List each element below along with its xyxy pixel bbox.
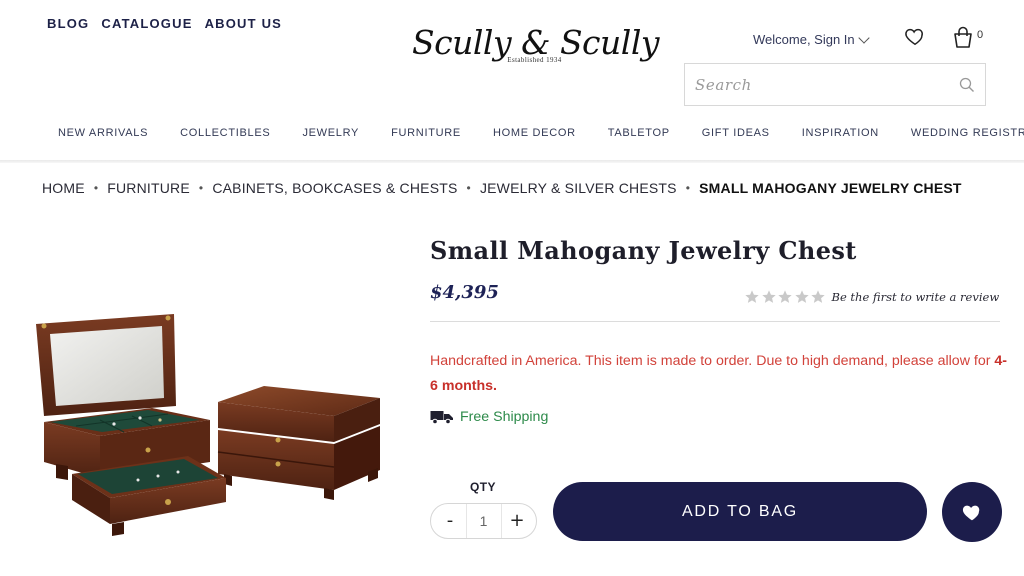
add-to-wishlist-button[interactable] — [942, 482, 1002, 542]
shopping-bag-icon[interactable] — [953, 26, 973, 48]
breadcrumb-separator: • — [198, 181, 204, 195]
breadcrumb-separator: • — [466, 181, 471, 195]
notice-text: Handcrafted in America. This item is mad… — [430, 353, 991, 369]
nav-jewelry[interactable]: JEWELRY — [302, 127, 359, 139]
nav-furniture[interactable]: FURNITURE — [391, 127, 461, 139]
star-empty-icon — [811, 290, 825, 303]
quantity-stepper: - + — [430, 503, 537, 539]
nav-wedding-registry[interactable]: WEDDING REGISTRY — [911, 127, 1024, 139]
made-to-order-notice: Handcrafted in America. This item is mad… — [430, 349, 1010, 399]
star-empty-icon — [794, 290, 809, 303]
nav-collectibles[interactable]: COLLECTIBLES — [180, 127, 270, 139]
qty-increase-button[interactable]: + — [508, 512, 526, 530]
top-links: BLOG CATALOGUE ABOUT US — [47, 16, 282, 31]
breadcrumb-cabinets[interactable]: CABINETS, BOOKCASES & CHESTS — [212, 180, 457, 196]
nav-home-decor[interactable]: HOME DECOR — [493, 127, 576, 139]
product-image[interactable] — [28, 302, 388, 538]
rating: Be the first to write a review — [744, 289, 999, 305]
breadcrumb-separator: • — [685, 181, 691, 195]
shipping-info: Free Shipping — [430, 409, 548, 425]
product-title: Small Mahogany Jewelry Chest — [430, 236, 857, 265]
nav-tabletop[interactable]: TABLETOP — [608, 127, 670, 139]
star-empty-icon — [745, 290, 759, 303]
main-nav: NEW ARRIVALS COLLECTIBLES JEWELRY FURNIT… — [0, 127, 1024, 139]
breadcrumb-home[interactable]: HOME — [42, 180, 85, 196]
search-input[interactable] — [695, 75, 959, 94]
breadcrumb-current: SMALL MAHOGANY JEWELRY CHEST — [699, 180, 962, 196]
heart-filled-icon — [962, 505, 980, 521]
nav-inspiration[interactable]: INSPIRATION — [802, 127, 879, 139]
account-menu[interactable]: Welcome, Sign In — [753, 31, 870, 47]
about-us-link[interactable]: ABOUT US — [205, 16, 283, 31]
truck-icon — [430, 411, 453, 425]
header-divider — [0, 160, 1024, 163]
shipping-label: Free Shipping — [460, 409, 549, 425]
star-empty-icon — [778, 290, 792, 303]
heart-outline-icon[interactable] — [904, 25, 926, 47]
add-to-bag-button[interactable]: ADD TO BAG — [553, 482, 927, 541]
product-price: $4,395 — [430, 282, 499, 303]
qty-input[interactable] — [465, 504, 502, 538]
cart-count: 0 — [977, 29, 984, 41]
price-divider — [430, 321, 1000, 322]
breadcrumb-jewelry-chests[interactable]: JEWELRY & SILVER CHESTS — [480, 180, 677, 196]
chevron-down-icon — [857, 31, 870, 44]
nav-new-arrivals[interactable]: NEW ARRIVALS — [58, 127, 148, 139]
blog-link[interactable]: BLOG — [47, 16, 89, 31]
nav-gift-ideas[interactable]: GIFT IDEAS — [702, 127, 770, 139]
breadcrumb-separator: • — [93, 181, 99, 195]
write-review-link[interactable]: Be the first to write a review — [832, 290, 1000, 304]
breadcrumb: HOME • FURNITURE • CABINETS, BOOKCASES &… — [42, 180, 962, 196]
star-empty-icon — [761, 290, 776, 303]
site-logo[interactable]: Scully & Scully Established 1934 — [412, 20, 660, 78]
welcome-sign-in[interactable]: Welcome, Sign In — [753, 32, 855, 47]
qty-label: QTY — [470, 480, 496, 494]
search-icon[interactable] — [959, 77, 975, 93]
catalogue-link[interactable]: CATALOGUE — [101, 16, 192, 31]
breadcrumb-furniture[interactable]: FURNITURE — [107, 180, 190, 196]
qty-decrease-button[interactable]: - — [441, 512, 459, 530]
search-bar — [684, 63, 986, 106]
